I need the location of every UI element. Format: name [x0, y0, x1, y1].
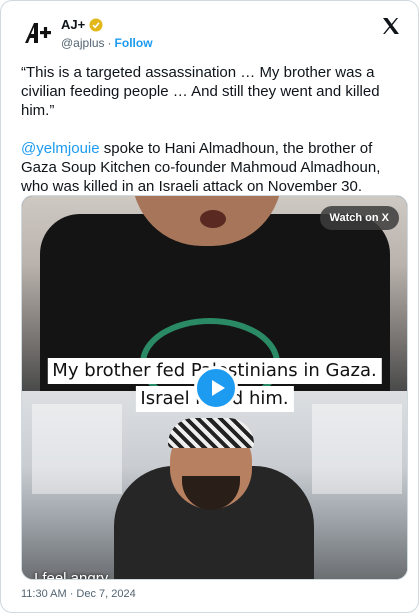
separator: ·	[107, 36, 112, 50]
post-quote: “This is a targeted assassination … My b…	[21, 64, 380, 119]
video-subtitle: I feel angry	[34, 570, 109, 580]
post-card[interactable]: AJ+ @ajplus · Follow “This is a targeted…	[0, 0, 419, 613]
speaker-mouth	[200, 210, 226, 228]
background-window	[32, 404, 122, 494]
verified-badge-icon	[89, 18, 103, 32]
play-icon	[211, 380, 225, 396]
author-handle[interactable]: @ajplus	[61, 36, 105, 50]
mention-link[interactable]: @yelmjouie	[21, 140, 100, 157]
follow-button[interactable]: Follow	[115, 36, 153, 50]
post-header: AJ+ @ajplus · Follow	[17, 13, 404, 57]
video-player[interactable]: Watch on X My brother fed Palestinians i…	[21, 195, 408, 580]
author-name[interactable]: AJ+	[61, 17, 85, 32]
ajplus-logo-icon[interactable]	[23, 19, 53, 49]
post-timestamp[interactable]: 11:30 AM · Dec 7, 2024	[21, 588, 136, 600]
post-text: “This is a targeted assassination … My b…	[21, 63, 401, 196]
keffiyeh	[168, 418, 254, 448]
post-body: @yelmjouie spoke to Hani Almadhoun, the …	[21, 139, 401, 196]
play-button[interactable]	[194, 366, 238, 410]
x-logo-icon[interactable]	[382, 17, 400, 35]
watch-on-x-button[interactable]: Watch on X	[319, 206, 399, 230]
background-window	[312, 404, 402, 494]
